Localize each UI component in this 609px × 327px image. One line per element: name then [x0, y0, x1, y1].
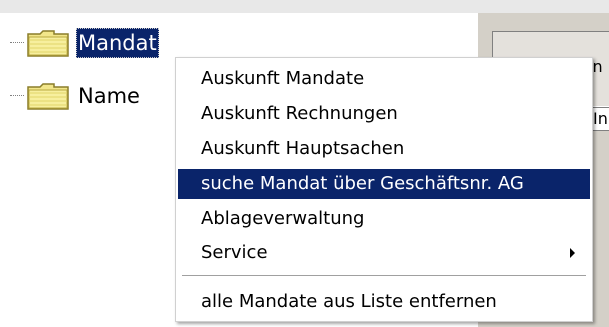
folder-icon — [27, 30, 69, 57]
submenu-arrow-icon — [570, 248, 575, 258]
tree-item-mandat[interactable]: Mandat — [10, 23, 159, 63]
tree-item-label[interactable]: Mandat — [76, 28, 159, 58]
menu-item-label: Service — [201, 242, 268, 263]
folder-icon — [27, 83, 69, 110]
tree-item-label[interactable]: Name — [76, 81, 142, 111]
tree-connector — [10, 95, 24, 97]
tree-item-name[interactable]: Name — [10, 76, 142, 116]
menu-item-auskunft-rechnungen[interactable]: Auskunft Rechnungen — [178, 99, 590, 129]
menu-item-alle-mandate-entfernen[interactable]: alle Mandate aus Liste entfernen — [178, 287, 590, 317]
menu-item-suche-mandat[interactable]: suche Mandat über Geschäftsnr. AG — [178, 169, 590, 199]
context-menu: Auskunft Mandate Auskunft Rechnungen Aus… — [175, 57, 593, 322]
top-strip — [0, 0, 609, 13]
menu-item-service[interactable]: Service — [178, 238, 590, 268]
menu-item-auskunft-hauptsachen[interactable]: Auskunft Hauptsachen — [178, 134, 590, 164]
menu-separator — [182, 275, 586, 277]
menu-item-ablageverwaltung[interactable]: Ablageverwaltung — [178, 204, 590, 234]
tree-connector — [10, 42, 24, 44]
menu-item-auskunft-mandate[interactable]: Auskunft Mandate — [178, 64, 590, 94]
